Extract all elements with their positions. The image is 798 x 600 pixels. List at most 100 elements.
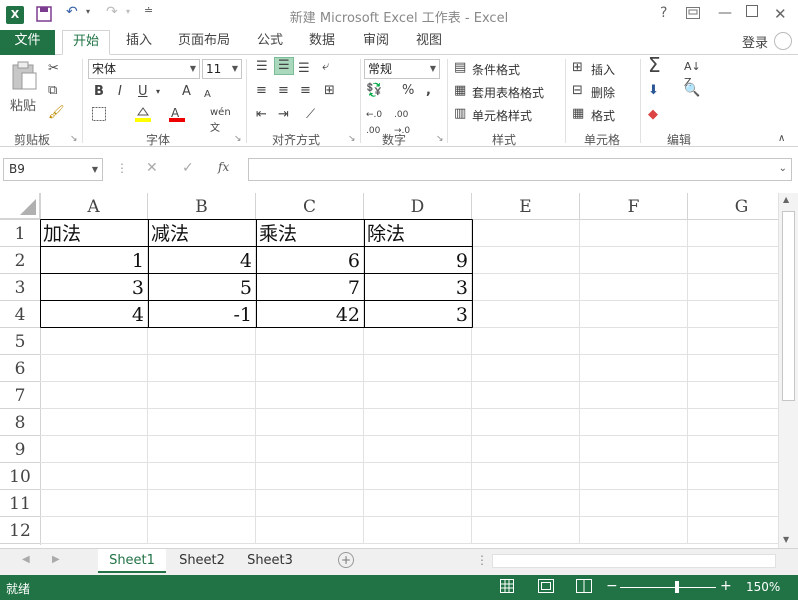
merge-center-icon[interactable]: ⊞	[324, 83, 335, 99]
scroll-down-icon[interactable]: ▼	[783, 535, 789, 544]
zoom-slider-thumb[interactable]	[675, 581, 679, 593]
increase-decimal-icon[interactable]: ←.0.00	[366, 107, 382, 139]
sheet-tab[interactable]: Sheet3	[236, 549, 304, 573]
ribbon-display-icon[interactable]	[686, 7, 700, 23]
maximize-icon[interactable]	[746, 5, 758, 21]
scroll-up-icon[interactable]: ▲	[783, 195, 789, 204]
align-bottom-icon[interactable]: ☰	[298, 61, 310, 77]
clipboard-launcher-icon[interactable]: ↘	[70, 134, 78, 144]
orientation-icon[interactable]: ⟋	[306, 107, 315, 123]
zoom-in-icon[interactable]: +	[720, 578, 732, 594]
conditional-format-icon[interactable]: ▤	[454, 60, 466, 76]
enter-icon[interactable]: ✓	[182, 160, 194, 176]
name-box[interactable]: B9 ▼	[3, 158, 103, 181]
font-name-combo[interactable]: 宋体 ▼	[88, 59, 200, 79]
tab-review[interactable]: 审阅	[357, 30, 395, 55]
zoom-out-icon[interactable]: −	[606, 578, 618, 594]
number-launcher-icon[interactable]: ↘	[436, 134, 444, 144]
align-top-icon[interactable]: ☰	[256, 59, 268, 75]
align-center-icon[interactable]: ≡	[278, 83, 289, 99]
underline-button[interactable]: U	[138, 84, 148, 100]
align-right-icon[interactable]: ≡	[300, 83, 311, 99]
font-color-icon[interactable]: A	[168, 105, 186, 128]
collapse-ribbon-icon[interactable]: ∧	[778, 131, 785, 147]
copy-icon[interactable]: ⧉	[48, 83, 57, 99]
sheet-tab[interactable]: Sheet1	[98, 549, 166, 573]
format-cells-button[interactable]: 格式	[591, 107, 615, 124]
phonetic-icon[interactable]: wén 文	[210, 105, 231, 137]
increase-indent-icon[interactable]: ⇥	[278, 107, 289, 123]
formula-bar-separator: ⋮	[116, 161, 128, 175]
status-ready: 就绪	[6, 582, 31, 596]
italic-button[interactable]: I	[118, 84, 122, 100]
autosum-button[interactable]: Σ	[648, 55, 661, 75]
formula-input[interactable]: ⌄	[248, 158, 792, 181]
format-cells-icon[interactable]: ▦	[572, 106, 584, 122]
paste-button[interactable]: 粘贴	[10, 95, 36, 114]
tab-file[interactable]: 文件	[0, 30, 55, 55]
shrink-font-button[interactable]: A	[204, 87, 211, 103]
insert-cells-button[interactable]: 插入	[591, 61, 615, 78]
normal-view-icon[interactable]	[500, 579, 514, 596]
worksheet-grid: A B C D E F G 1 2 3 4 5 6 7 8 9 10 11 12 加法 减法 乘法 除法 1 4…	[0, 193, 778, 545]
tab-split-icon[interactable]: ⋮	[476, 553, 488, 567]
scroll-thumb[interactable]	[782, 211, 795, 401]
cancel-icon[interactable]: ✕	[146, 160, 158, 176]
help-icon[interactable]: ?	[660, 5, 667, 21]
format-table-icon[interactable]: ▦	[454, 83, 466, 99]
align-middle-icon[interactable]: ☰	[274, 57, 294, 75]
decrease-indent-icon[interactable]: ⇤	[256, 107, 267, 123]
delete-cells-icon[interactable]: ⊟	[572, 83, 583, 99]
cell-styles-button[interactable]: 单元格样式	[472, 107, 532, 124]
font-size-combo[interactable]: 11 ▼	[202, 59, 242, 79]
insert-cells-icon[interactable]: ⊞	[572, 60, 583, 76]
border-icon[interactable]	[92, 107, 106, 126]
group-divider	[640, 59, 641, 143]
conditional-format-button[interactable]: 条件格式	[472, 61, 520, 78]
bold-button[interactable]: B	[94, 84, 104, 100]
percent-button[interactable]: %	[402, 83, 414, 99]
page-layout-view-icon[interactable]	[538, 579, 554, 596]
sheet-tab[interactable]: Sheet2	[168, 549, 236, 573]
grow-font-button[interactable]: A	[182, 84, 191, 100]
align-left-icon[interactable]: ≡	[256, 83, 267, 99]
comma-button[interactable]: ,	[426, 83, 431, 99]
clear-icon[interactable]: ◆	[648, 107, 658, 123]
insert-function-button[interactable]: fx	[218, 160, 229, 174]
page-break-view-icon[interactable]	[576, 579, 592, 596]
svg-text:A: A	[171, 106, 180, 120]
login-link[interactable]: 登录	[742, 32, 768, 51]
alignment-launcher-icon[interactable]: ↘	[348, 134, 356, 144]
wrap-text-icon[interactable]: ⤶	[322, 59, 329, 75]
tab-data[interactable]: 数据	[303, 30, 341, 55]
user-avatar-icon[interactable]	[774, 32, 792, 50]
tab-formulas[interactable]: 公式	[251, 30, 289, 55]
tab-home[interactable]: 开始	[62, 30, 110, 55]
new-sheet-icon[interactable]: +	[338, 552, 354, 568]
format-table-button[interactable]: 套用表格格式	[472, 84, 544, 101]
tab-view[interactable]: 视图	[410, 30, 448, 55]
vertical-scrollbar[interactable]: ▲ ▼	[778, 193, 798, 550]
cut-icon[interactable]: ✂	[48, 61, 59, 77]
delete-cells-button[interactable]: 删除	[591, 84, 615, 101]
horizontal-scrollbar[interactable]	[492, 554, 776, 568]
tab-page-layout[interactable]: 页面布局	[172, 30, 236, 55]
underline-dropdown-icon[interactable]: ▾	[156, 84, 160, 100]
fill-icon[interactable]: ⬇	[648, 83, 659, 99]
close-icon[interactable]: ✕	[774, 5, 787, 23]
paste-icon[interactable]	[10, 61, 38, 94]
tab-insert[interactable]: 插入	[120, 30, 158, 55]
zoom-level[interactable]: 150%	[746, 580, 780, 594]
number-format-combo[interactable]: 常规 ▼	[364, 59, 440, 79]
format-painter-icon[interactable]: 🖌	[48, 105, 65, 121]
group-divider	[360, 59, 361, 143]
find-select-icon[interactable]: 🔍	[684, 83, 700, 99]
zoom-slider[interactable]	[620, 587, 716, 588]
font-launcher-icon[interactable]: ↘	[234, 134, 242, 144]
prev-sheet-icon[interactable]: ◀	[22, 554, 30, 565]
fill-color-icon[interactable]	[134, 105, 152, 128]
next-sheet-icon[interactable]: ▶	[52, 554, 60, 565]
currency-icon[interactable]: 💱	[366, 83, 382, 99]
cell-styles-icon[interactable]: ▥	[454, 106, 466, 122]
minimize-icon[interactable]: —	[718, 5, 732, 21]
